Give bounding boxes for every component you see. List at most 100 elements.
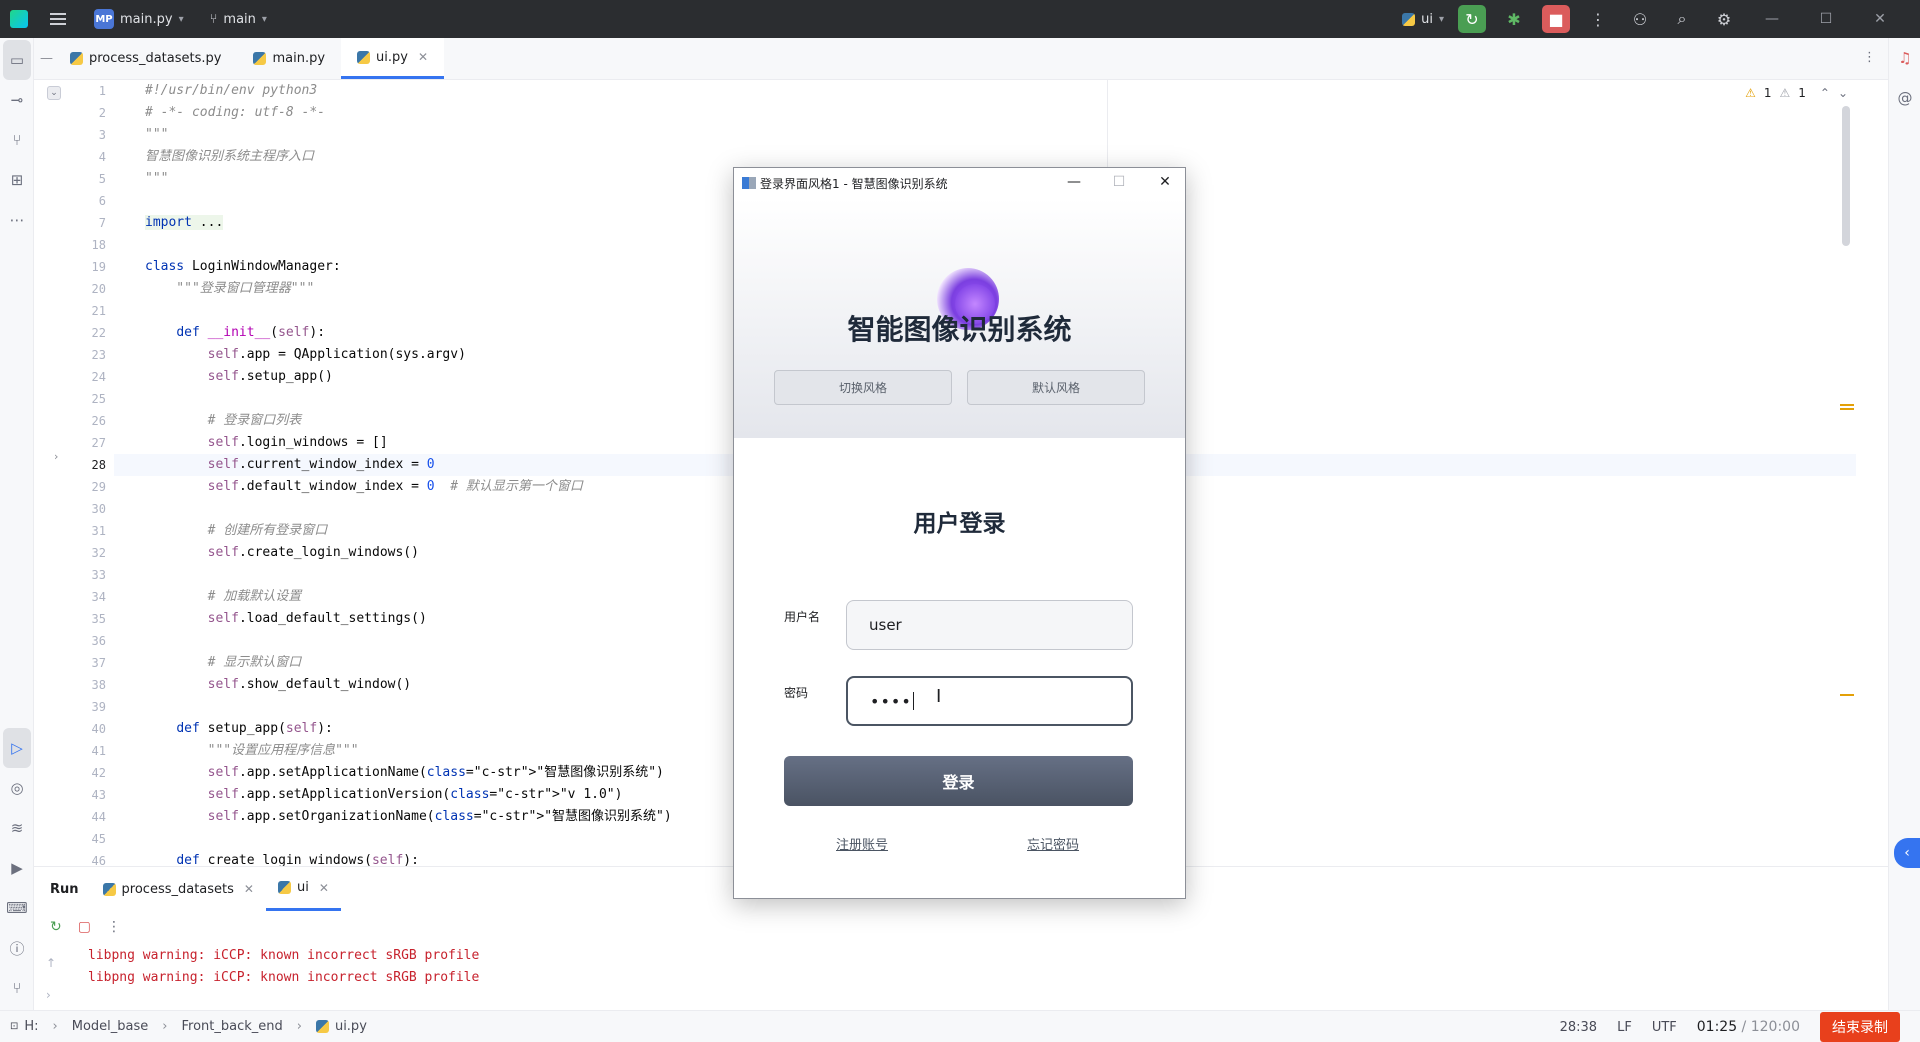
- git-icon: ⑂: [12, 979, 22, 997]
- console-line: libpng warning: iCCP: known incorrect sR…: [88, 948, 480, 963]
- run-config-selector[interactable]: ui ▾: [1402, 12, 1444, 27]
- line-number: 22: [91, 326, 106, 340]
- run-config-name: ui: [1421, 11, 1433, 27]
- maximize-window-button[interactable]: ☐: [1806, 11, 1846, 27]
- ide-title-bar: MP main.py ▾ ⑂ main ▾ ui ▾ ↻ ✱ ■ ⋮ ⚇ ⌕ ⚙…: [0, 0, 1920, 38]
- more-actions-button[interactable]: ⋮: [1584, 5, 1612, 33]
- expand-icon[interactable]: ›: [46, 979, 56, 1011]
- problems-button[interactable]: ⓘ: [0, 928, 34, 968]
- code-line: def setup_app(self):: [176, 721, 333, 736]
- editor-tab-bar: — process_datasets.py main.py ui.py ✕ ⋮: [34, 38, 1888, 80]
- rerun-button[interactable]: ↻: [1458, 5, 1486, 33]
- terminal-button[interactable]: ⌨: [0, 888, 34, 928]
- bug-icon: ✱: [1507, 9, 1521, 29]
- add-user-button[interactable]: ⚇: [1626, 5, 1654, 33]
- branch-selector[interactable]: ⑂ main ▾: [210, 12, 267, 27]
- password-input[interactable]: ••••: [846, 676, 1133, 726]
- search-button[interactable]: ⌕: [1668, 5, 1696, 33]
- close-tab-icon[interactable]: ✕: [418, 50, 428, 64]
- breadcrumb-item[interactable]: Front_back_end: [181, 1019, 282, 1034]
- dialog-minimize-button[interactable]: —: [1064, 174, 1084, 190]
- pull-requests-tool-button[interactable]: ⑂: [0, 120, 34, 160]
- code-line: import ...: [145, 215, 224, 230]
- inspection-widget[interactable]: ⚠ 1 ⚠ 1 ⌃ ⌄: [1745, 86, 1848, 100]
- breadcrumb-item[interactable]: H:: [24, 1019, 38, 1034]
- line-number: 44: [91, 810, 106, 824]
- stop-button[interactable]: ■: [1542, 5, 1570, 33]
- services-button[interactable]: ▶: [0, 848, 34, 888]
- line-separator[interactable]: LF: [1617, 1020, 1632, 1035]
- structure-tool-button[interactable]: ⊞: [0, 160, 34, 200]
- notifications-button[interactable]: ♫: [1889, 38, 1920, 78]
- warning-stripe-mark[interactable]: [1840, 404, 1854, 406]
- vcs-button[interactable]: ⑂: [0, 968, 34, 1008]
- username-input[interactable]: user: [846, 600, 1133, 650]
- run-tool-button[interactable]: ▷: [3, 728, 31, 768]
- caret-position[interactable]: 28:38: [1560, 1020, 1597, 1035]
- code-line: # 加载默认设置: [145, 589, 302, 604]
- debug-button[interactable]: ✱: [1500, 5, 1528, 33]
- more-vertical-icon[interactable]: ⋮: [107, 919, 121, 935]
- code-line: self.app.setOrganizationName(class="c-st…: [207, 809, 672, 824]
- minimize-icon: —: [1765, 11, 1779, 27]
- scroll-up-icon[interactable]: ↑: [46, 947, 56, 979]
- minimize-window-button[interactable]: —: [1752, 11, 1792, 27]
- more-tools-button[interactable]: ⋯: [0, 200, 34, 240]
- project-selector[interactable]: MP main.py ▾: [94, 9, 184, 29]
- breadcrumb-item[interactable]: Model_base: [72, 1019, 149, 1034]
- main-menu-icon[interactable]: [50, 13, 66, 25]
- code-line: self.app = QApplication(sys.argv): [207, 347, 466, 362]
- warning-stripe-mark[interactable]: [1840, 694, 1854, 696]
- collapse-icon[interactable]: —: [40, 38, 54, 79]
- warning-icon: ⚠: [1745, 86, 1756, 100]
- app-icon: [742, 177, 756, 189]
- dialog-maximize-button[interactable]: ☐: [1109, 174, 1129, 190]
- close-tab-icon[interactable]: ✕: [319, 881, 329, 895]
- line-number: 25: [91, 392, 106, 406]
- close-window-button[interactable]: ✕: [1860, 11, 1900, 27]
- tab-process-datasets[interactable]: process_datasets.py: [54, 38, 237, 79]
- tab-options-icon[interactable]: ⋮: [1863, 50, 1876, 65]
- python-console-button[interactable]: ◎: [0, 768, 34, 808]
- previous-highlight-icon[interactable]: ⌃: [1820, 86, 1830, 100]
- switch-style-button[interactable]: 切换风格: [774, 370, 952, 405]
- rerun-icon[interactable]: ↻: [50, 919, 62, 935]
- stop-recording-button[interactable]: 结束录制: [1820, 1012, 1900, 1042]
- next-highlight-icon[interactable]: ⌄: [1838, 86, 1848, 100]
- python-packages-button[interactable]: ≋: [0, 808, 34, 848]
- warning-stripe-mark[interactable]: [1840, 408, 1854, 410]
- run-tab-ui[interactable]: ui ✕: [265, 867, 341, 911]
- line-number: 37: [91, 656, 106, 670]
- tab-ui[interactable]: ui.py ✕: [341, 38, 445, 79]
- settings-button[interactable]: ⚙: [1710, 5, 1738, 33]
- timer-total: 120:00: [1750, 1019, 1800, 1035]
- fold-toggle-icon[interactable]: ⌄: [47, 86, 61, 100]
- add-user-icon: ⚇: [1632, 9, 1648, 29]
- run-tab-process-datasets[interactable]: process_datasets ✕: [91, 867, 266, 911]
- console-output[interactable]: libpng warning: iCCP: known incorrect sR…: [88, 945, 479, 989]
- expand-icon[interactable]: ›: [54, 450, 58, 463]
- tab-main[interactable]: main.py: [237, 38, 341, 79]
- system-title: 智能图像识别系统: [847, 313, 1072, 346]
- login-button[interactable]: 登录: [784, 756, 1133, 806]
- ide-logo-icon: [10, 10, 28, 28]
- python-file-icon: [315, 1020, 329, 1033]
- ai-assistant-button[interactable]: @: [1889, 78, 1920, 118]
- default-style-button[interactable]: 默认风格: [967, 370, 1145, 405]
- commit-tool-button[interactable]: ⊸: [0, 80, 34, 120]
- side-panel-toggle[interactable]: ‹: [1894, 838, 1920, 868]
- file-encoding[interactable]: UTF: [1652, 1020, 1677, 1035]
- register-link[interactable]: 注册账号: [836, 834, 888, 853]
- timer-elapsed: 01:25: [1696, 1019, 1738, 1035]
- dialog-close-button[interactable]: ✕: [1155, 174, 1175, 190]
- close-tab-icon[interactable]: ✕: [244, 882, 254, 896]
- text-cursor: [912, 692, 914, 710]
- project-tool-button[interactable]: ▭: [3, 40, 31, 80]
- forgot-password-link[interactable]: 忘记密码: [1027, 834, 1079, 853]
- breadcrumb-item[interactable]: ui.py: [335, 1019, 367, 1034]
- editor-scrollbar[interactable]: [1842, 106, 1850, 246]
- right-tool-strip: ♫ @: [1888, 38, 1920, 1028]
- stop-icon[interactable]: ▢: [78, 919, 91, 935]
- python-file-icon: [253, 52, 267, 65]
- left-tool-strip: ▭ ⊸ ⑂ ⊞ ⋯ ▷ ◎ ≋ ▶ ⌨ ⓘ ⑂: [0, 38, 34, 1028]
